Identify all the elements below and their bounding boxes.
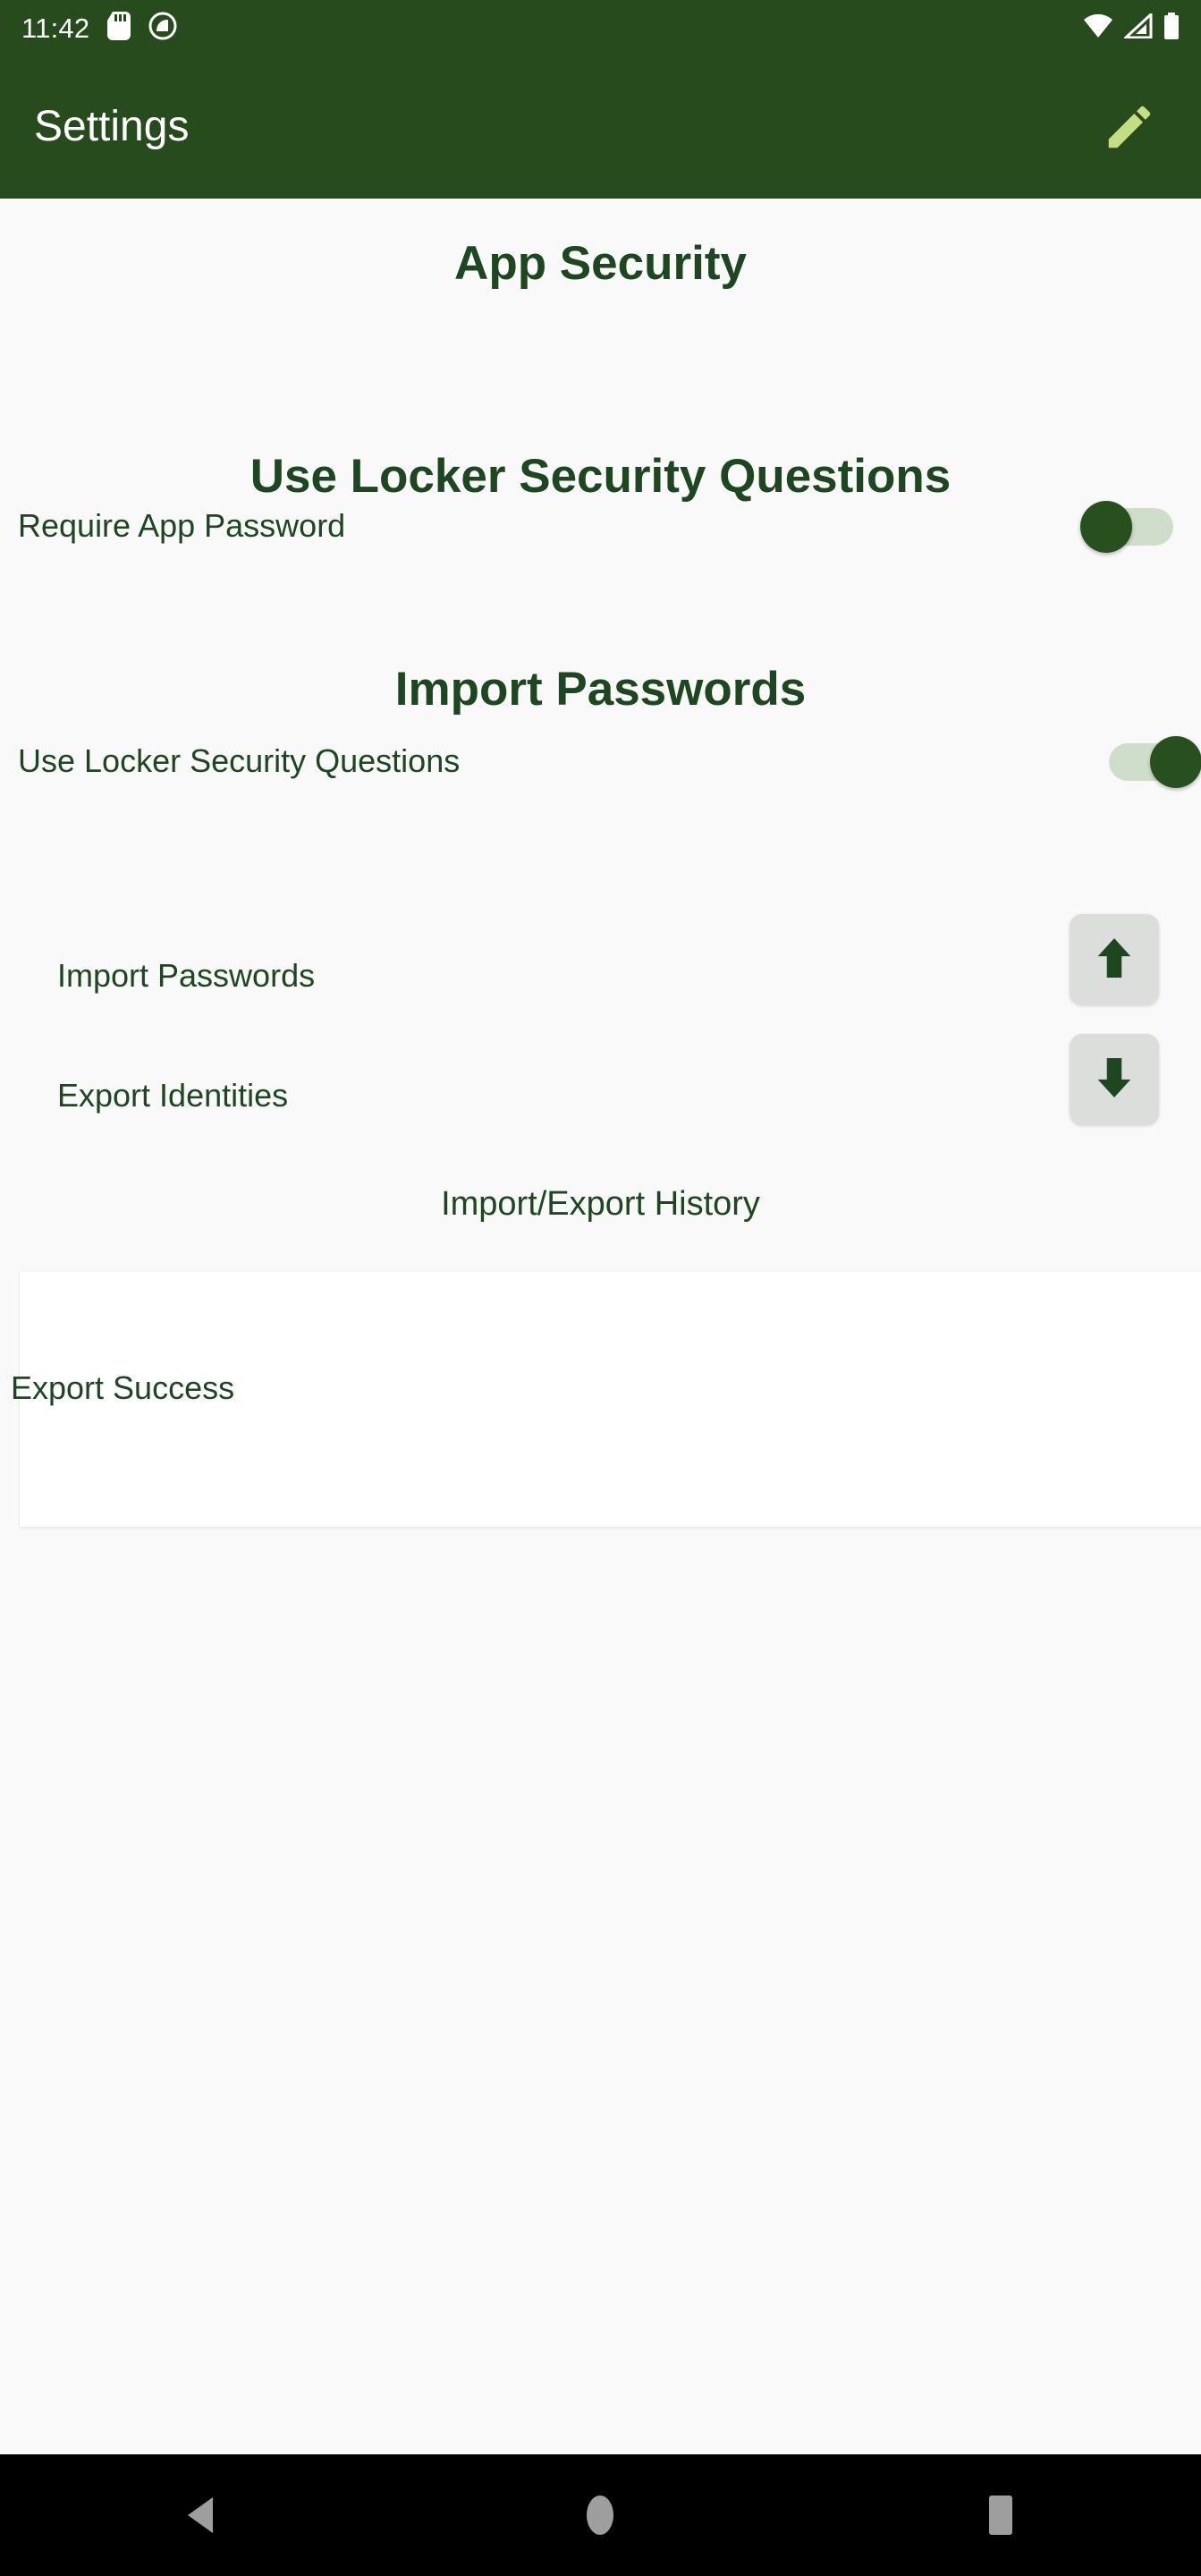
row-use-locker-security-questions[interactable]: Use Locker Security Questions [0,726,1201,796]
recents-square-icon[interactable] [929,2454,1072,2576]
row-label-require-app-password: Require App Password [18,507,346,544]
import-passwords-button[interactable] [1070,914,1159,1005]
phone-screen: 11:42 Settings App Security Require App … [0,0,1201,2576]
edit-pencil-icon[interactable] [1092,89,1167,165]
section-heading-import-export-history: Import/Export History [441,1185,760,1223]
do-not-disturb-icon [148,12,177,45]
status-clock: 11:42 [21,12,90,44]
row-label-import-passwords: Import Passwords [57,957,316,994]
battery-icon [1163,12,1180,44]
section-heading-app-security: App Security [454,237,747,290]
sd-card-icon [107,11,131,45]
row-label-use-locker-security-questions: Use Locker Security Questions [18,742,461,779]
section-heading-import-passwords: Import Passwords [394,663,807,716]
arrow-down-icon [1095,1055,1134,1106]
toggle-require-app-password[interactable] [1080,501,1173,553]
settings-content: App Security Require App Password Use Lo… [0,199,1201,2454]
android-navigation-bar [0,2454,1201,2576]
status-bar-left: 11:42 [21,11,177,45]
toggle-use-locker-security-questions[interactable] [1109,736,1201,788]
status-bar-right [1083,11,1180,44]
import-export-history-card: Export Success [11,1272,1201,1527]
section-heading-locker-questions: Use Locker Security Questions [250,450,951,503]
row-label-export-identities: Export Identities [57,1077,289,1114]
back-triangle-icon[interactable] [129,2454,272,2576]
row-import-passwords[interactable]: Import Passwords [0,941,1201,1011]
status-bar: 11:42 [0,0,1201,55]
export-identities-button[interactable] [1070,1034,1159,1125]
toggle-thumb [1150,736,1201,788]
cellular-signal-icon [1122,11,1153,43]
app-bar: Settings [0,55,1201,199]
home-circle-icon[interactable] [529,2454,672,2576]
page-title: Settings [34,103,190,150]
wifi-icon [1083,13,1113,43]
row-export-identities[interactable]: Export Identities [0,1061,1201,1131]
list-item[interactable]: Export Success [11,1372,547,1404]
arrow-up-icon [1095,935,1134,986]
toggle-thumb [1080,501,1132,553]
